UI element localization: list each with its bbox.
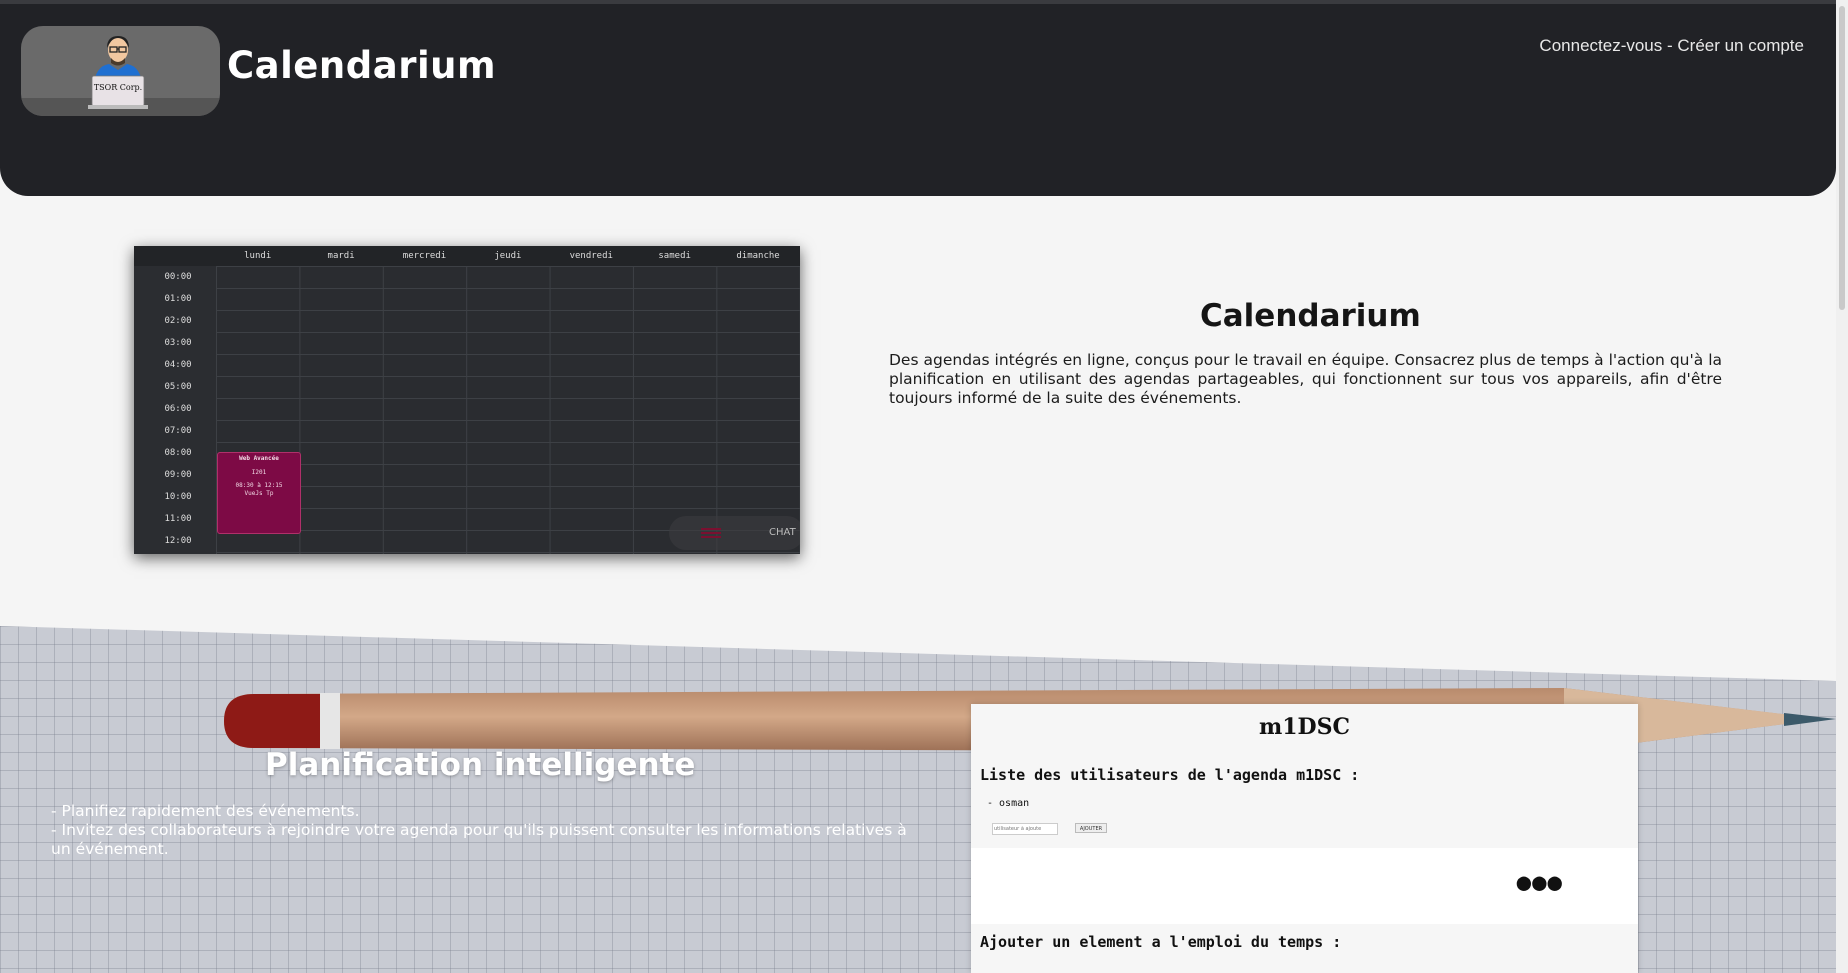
agenda-panel: m1DSC Liste des utilisateurs de l'agenda… [971, 704, 1638, 973]
chat-toggle[interactable]: CHAT [669, 516, 800, 550]
calendar-hour-label: 00:00 [164, 272, 192, 282]
calendar-day-header: lundi [244, 251, 272, 261]
chat-label: CHAT [769, 527, 796, 538]
hero-description: Des agendas intégrés en ligne, conçus po… [889, 351, 1722, 407]
calendar-hour-label: 12:00 [164, 536, 192, 546]
hero-title: Calendarium [1200, 298, 1421, 334]
calendar-hour-label: 11:00 [164, 514, 192, 524]
scrollbar-thumb[interactable] [1839, 6, 1845, 310]
calendar-hour-label: 10:00 [164, 492, 192, 502]
calendar-day-header: samedi [658, 251, 691, 261]
calendar-day-header: mercredi [402, 251, 447, 261]
agenda-title: m1DSC [1258, 714, 1351, 740]
calendar-day-header: mardi [327, 251, 355, 261]
calendar-event[interactable]: Web Avancée I201 08:30 à 12:15 VueJs Tp [217, 452, 301, 534]
calendar-day-header: vendredi [569, 251, 613, 261]
event-room: I201 [251, 469, 267, 476]
features-list-item: - Planifiez rapidement des événements. [51, 802, 360, 820]
event-time: 08:30 à 12:15 [235, 482, 283, 489]
calendar-day-header: dimanche [736, 251, 780, 261]
auth-separator: - [1662, 36, 1678, 55]
calendar-hour-labels: 00:00 01:00 02:00 03:00 04:00 05:00 06:00 07:00… [134, 266, 216, 554]
signup-link[interactable]: Créer un compte [1677, 36, 1804, 55]
developer-laptop-icon [88, 36, 148, 109]
features-list: - Planifiez rapidement des événements. - … [51, 802, 911, 859]
features-list-item: - Invitez des collaborateurs à rejoindre… [51, 821, 907, 858]
login-link[interactable]: Connectez-vous [1539, 36, 1662, 55]
add-user-button[interactable]: AJOUTER [1075, 823, 1107, 833]
calendar-hour-label: 08:00 [164, 448, 192, 458]
calendar-hour-label: 04:00 [164, 360, 192, 370]
calendar-hour-label: 03:00 [164, 338, 192, 348]
calendar-hour-label: 02:00 [164, 316, 192, 326]
calendar-day-headers: lundi mardi mercredi jeudi vendredi samedi dim… [216, 246, 800, 266]
more-dots-icon: ●●● [1516, 868, 1563, 896]
menu-icon [701, 528, 721, 538]
calendar-preview: lundi mardi mercredi jeudi vendredi samedi dim… [134, 246, 800, 554]
add-user-input[interactable] [992, 823, 1058, 835]
features-title: Planification intelligente [265, 747, 696, 783]
event-title: Web Avancée [239, 455, 279, 462]
logo[interactable]: TSOR Corp. [21, 26, 220, 116]
site-header: TSOR Corp. Calendarium Connectez-vous - … [0, 4, 1836, 196]
logo-text: TSOR Corp. [93, 83, 143, 92]
page-scrollbar[interactable] [1836, 0, 1848, 973]
user-list-item: - osman [987, 798, 1030, 809]
brand-title[interactable]: Calendarium [227, 44, 496, 87]
event-note: VueJs Tp [244, 490, 274, 497]
calendar-hour-label: 07:00 [164, 426, 192, 436]
calendar-hour-label: 09:00 [164, 470, 192, 480]
auth-links: Connectez-vous - Créer un compte [1539, 36, 1804, 56]
users-heading: Liste des utilisateurs de l'agenda m1DSC… [980, 766, 1360, 784]
add-element-heading: Ajouter un element a l'emploi du temps : [980, 933, 1342, 951]
calendar-day-header: jeudi [494, 251, 522, 261]
calendar-hour-label: 01:00 [164, 294, 192, 304]
calendar-grid [216, 266, 800, 554]
calendar-hour-label: 06:00 [164, 404, 192, 414]
calendar-hour-label: 05:00 [164, 382, 192, 392]
